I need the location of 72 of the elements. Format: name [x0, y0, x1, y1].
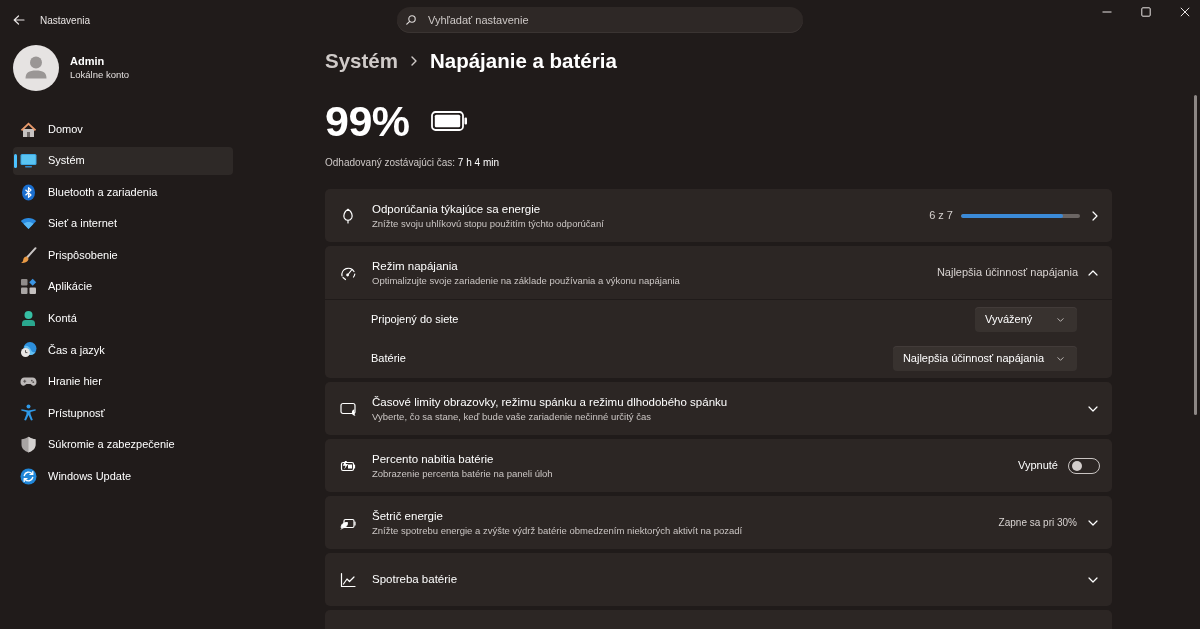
nav-item[interactable]: Hranie hier — [13, 367, 233, 396]
search-field[interactable]: Vyhľadať nastavenie — [397, 7, 803, 33]
setting-description: Znížte svoju uhlíkovú stopu použitím týchto odporúčaní — [372, 216, 604, 230]
setting-description: Optimalizujte svoje zariadenie na základe používania a výkonu napájania — [372, 273, 680, 287]
page-title: Napájanie a batéria — [429, 47, 617, 74]
globe-clock-icon — [20, 341, 37, 359]
monitor-icon — [20, 152, 37, 170]
setting-description: Vyberte, čo sa stane, keď bude vaše zariadenie nečinné určitý čas — [372, 409, 653, 423]
battery-icon — [430, 111, 468, 131]
brush-icon — [20, 246, 37, 264]
app-grid-icon — [20, 278, 37, 296]
maximize-icon[interactable] — [1141, 7, 1151, 17]
leaf-icon — [340, 207, 356, 224]
house-icon — [20, 120, 37, 138]
nav-item[interactable]: Bluetooth a zariadenia — [13, 178, 233, 207]
progress-count: 6 z 7 — [929, 208, 953, 224]
setting-title: Režim napájania — [372, 258, 459, 274]
nav-item[interactable]: Prispôsobenie — [13, 241, 233, 270]
nav-item[interactable]: Aplikácie — [13, 272, 233, 301]
dropdown[interactable]: Najlepšia účinnosť napájania — [892, 346, 1077, 371]
estimated-time: Odhadovaný zostávajúci čas: 7 h 4 min — [325, 156, 500, 170]
chevron-up-icon[interactable] — [1088, 269, 1098, 276]
scrollbar-thumb[interactable] — [1194, 95, 1197, 415]
settings-card[interactable]: Režim napájania Optimalizujte svoje zariadenie na základe používania a výkonu napájania Najlepšia účinnosť napájania Pripojený do siete Vyvážený Batérie Najlepšia účinnosť napájania — [325, 246, 1112, 378]
avatar-icon — [13, 45, 59, 91]
setting-title: Časové limity obrazovky, režimu spánku a režimu dlhodobého spánku — [372, 394, 728, 410]
breadcrumb-link[interactable]: Systém — [325, 45, 398, 77]
close-icon[interactable] — [1180, 7, 1190, 17]
nav-item[interactable]: Kontá — [13, 304, 233, 333]
monitor-moon-icon — [340, 400, 356, 417]
shield-icon — [20, 435, 37, 453]
chevron-right-icon — [410, 56, 417, 66]
chevron-right-icon[interactable] — [1092, 210, 1098, 221]
settings-card[interactable]: Odporúčania týkajúce sa energie Znížte svoju uhlíkovú stopu použitím týchto odporúčaní 6 z 7 — [325, 189, 1112, 242]
chevron-down-icon — [1057, 317, 1064, 322]
chevron-down-icon[interactable] — [1088, 576, 1098, 583]
nav-item[interactable]: Súkromie a zabezpečenie — [13, 430, 233, 459]
settings-card[interactable]: Šetrič energie Znížte spotrebu energie a zvýšte výdrž batérie obmedzením niektorých aktivít na pozadí Zapne sa pri 30% — [325, 496, 1112, 549]
setting-label: Batérie — [371, 351, 406, 367]
settings-card[interactable]: Časové limity obrazovky, režimu spánku a režimu dlhodobého spánku Vyberte, čo sa stane, keď bude vaše zariadenie nečinné určitý čas — [325, 382, 1112, 435]
setting-value: Najlepšia účinnosť napájania — [936, 265, 1078, 281]
bluetooth-icon — [20, 183, 37, 201]
search-icon — [406, 15, 416, 25]
battery-percent: 99% — [325, 98, 410, 144]
settings-card[interactable]: Spotreba batérie — [325, 553, 1112, 606]
line-chart-icon — [340, 571, 356, 588]
setting-title: Spotreba batérie — [372, 572, 458, 587]
setting-title: Percento nabitia batérie — [372, 451, 495, 467]
chevron-down-icon[interactable] — [1088, 519, 1098, 526]
dropdown[interactable]: Vyvážený — [975, 307, 1077, 332]
nav-item[interactable]: Sieť a internet — [13, 209, 233, 238]
setting-description: Zobrazenie percenta batérie na paneli úloh — [372, 466, 553, 480]
nav-item[interactable]: Systém — [13, 146, 233, 175]
person-icon — [20, 309, 37, 327]
accessibility-icon — [20, 404, 37, 422]
setting-description: Znížte spotrebu energie a zvýšte výdrž batérie obmedzením niektorých aktivít na pozadí — [372, 523, 743, 537]
setting-label: Pripojený do siete — [371, 312, 459, 328]
nav-item[interactable]: Prístupnosť — [13, 398, 233, 427]
chevron-down-icon[interactable] — [1088, 405, 1098, 412]
setting-title: Šetrič energie — [372, 508, 444, 524]
nav-item[interactable]: Domov — [13, 115, 233, 143]
window-title: Nastavenia — [40, 13, 91, 28]
sync-icon — [20, 467, 37, 485]
toggle-state: Vypnuté — [1018, 458, 1058, 474]
nav-item[interactable]: Windows Update — [13, 462, 233, 490]
nav-item[interactable]: Čas a jazyk — [13, 335, 233, 364]
arrow-left-icon[interactable] — [13, 15, 25, 25]
setting-title: Odporúčania týkajúce sa energie — [372, 201, 542, 217]
account-type: Lokálne konto — [70, 68, 130, 82]
account-name: Admin — [70, 54, 106, 69]
setting-value: Zapne sa pri 30% — [998, 516, 1077, 530]
chevron-down-icon — [1057, 356, 1064, 361]
